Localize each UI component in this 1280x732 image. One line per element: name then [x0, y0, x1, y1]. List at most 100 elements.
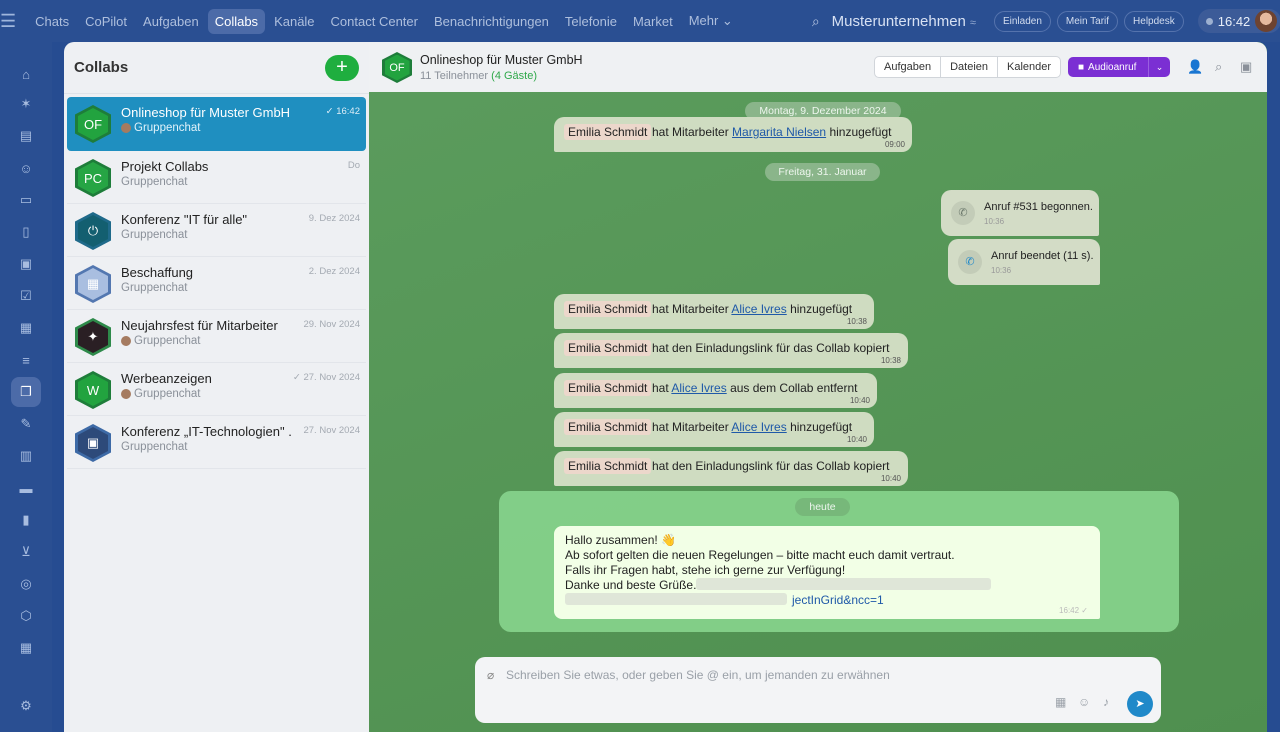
menu-market[interactable]: Market	[626, 9, 680, 34]
collab-name: Beschaffung	[121, 265, 194, 280]
contacts-icon[interactable]: ☺	[14, 156, 38, 180]
collab-item[interactable]: ⏻ Konferenz "IT für alle" Gruppenchat 9.…	[67, 204, 366, 257]
collab-date: 2. Dez 2024	[308, 266, 360, 277]
board-icon[interactable]: ▣	[14, 252, 38, 276]
msg-post: hinzugefügt	[829, 125, 892, 139]
helpdesk-button[interactable]: Helpdesk	[1124, 10, 1184, 32]
collab-item[interactable]: ▣ Konferenz „IT-Technologien" ... Gruppe…	[67, 416, 366, 469]
call-time: 10:36	[991, 266, 1012, 275]
drive-icon[interactable]: ▭	[14, 188, 38, 212]
message-composer[interactable]: ⌀ Schreiben Sie etwas, oder geben Sie @ …	[475, 657, 1161, 723]
emoji-icon[interactable]: ☺	[1078, 695, 1090, 709]
menu-icon[interactable]: ☰	[0, 0, 16, 42]
group-avatar-icon	[121, 389, 131, 399]
microphone-icon[interactable]: ♪	[1103, 695, 1109, 709]
feed-icon[interactable]: ▤	[14, 124, 38, 148]
announcement-message[interactable]: Hallo zusammen! 👋 Ab sofort gelten die n…	[554, 526, 1100, 619]
menu-mehr[interactable]: Mehr ⌄	[682, 8, 740, 34]
date-separator: Freitag, 31. Januar	[765, 163, 880, 181]
chat-avatar[interactable]: OF	[382, 52, 412, 83]
user-tag[interactable]: Emilia Schmidt	[564, 340, 652, 356]
user-tag[interactable]: Emilia Schmidt	[564, 380, 652, 396]
panel-toggle-icon[interactable]: ▣	[1240, 59, 1252, 75]
user-tag[interactable]: Emilia Schmidt	[564, 458, 652, 474]
members-count: 11 Teilnehmer	[420, 70, 489, 82]
card-icon[interactable]: ▬	[14, 476, 38, 500]
chat-title[interactable]: Onlineshop für Muster GmbH	[420, 53, 583, 67]
search-icon[interactable]: ⌕	[1215, 59, 1222, 75]
menu-chats[interactable]: Chats	[28, 9, 76, 34]
add-user-icon[interactable]: 👤	[1187, 59, 1203, 75]
user-avatar[interactable]	[1255, 10, 1278, 32]
menu-contact-center[interactable]: Contact Center	[324, 9, 425, 34]
tariff-button[interactable]: Mein Tarif	[1056, 10, 1119, 32]
tab-dateien[interactable]: Dateien	[941, 57, 999, 77]
sidebar-header: Collabs +	[64, 42, 369, 94]
user-tag[interactable]: Emilia Schmidt	[564, 419, 652, 435]
message-time: 10:38	[846, 317, 867, 326]
collab-date: Do	[347, 160, 360, 171]
tasks-icon[interactable]: ☑	[14, 284, 38, 308]
target-icon[interactable]: ◎	[14, 572, 38, 596]
chat-members[interactable]: 11 Teilnehmer (4 Gäste)	[420, 70, 537, 82]
system-message: Emilia Schmidt hat den Einladungslink fü…	[554, 333, 908, 368]
user-tag[interactable]: Emilia Schmidt	[564, 301, 652, 317]
message-input[interactable]: Schreiben Sie etwas, oder geben Sie @ ei…	[506, 668, 890, 682]
user-link[interactable]: Margarita Nielsen	[732, 125, 826, 139]
user-tag[interactable]: Emilia Schmidt	[564, 124, 652, 140]
tab-aufgaben[interactable]: Aufgaben	[875, 57, 942, 77]
phone-icon: ✆	[951, 201, 975, 225]
send-icon[interactable]: ➤	[1127, 691, 1153, 717]
add-collab-button[interactable]: +	[325, 54, 359, 81]
menu-copilot[interactable]: CoPilot	[78, 9, 134, 34]
message-time: 10:38	[880, 356, 901, 365]
menu-collabs[interactable]: Collabs	[207, 8, 266, 34]
message-line: Falls ihr Fragen habt, stehe ich gerne z…	[565, 563, 846, 577]
status-dot	[1205, 17, 1213, 25]
collab-item[interactable]: PC Projekt Collabs Gruppenchat Do	[67, 151, 366, 204]
attach-icon[interactable]: ⌀	[487, 668, 494, 682]
menu-kanaele[interactable]: Kanäle	[267, 9, 321, 34]
collab-date: 9. Dez 2024	[308, 213, 360, 224]
collabs-icon[interactable]: ❐	[11, 377, 41, 407]
cart-icon[interactable]: ⊻	[14, 540, 38, 564]
settings-icon[interactable]: ⚙	[14, 694, 38, 718]
grid-icon[interactable]: ▦	[1055, 695, 1066, 709]
spark-icon[interactable]: ✶	[14, 92, 38, 116]
collab-item[interactable]: ▦ Beschaffung Gruppenchat 2. Dez 2024	[67, 257, 366, 310]
search-icon[interactable]: ⌕	[812, 13, 820, 30]
documents-icon[interactable]: ▯	[14, 220, 38, 244]
collab-type: Gruppenchat	[134, 122, 201, 134]
calendar-icon[interactable]: ▦	[14, 316, 38, 340]
date-separator-today: heute	[795, 498, 850, 516]
collab-avatar: W	[75, 371, 111, 409]
redacted-text	[565, 593, 787, 605]
store-icon[interactable]: ▥	[14, 444, 38, 468]
user-link[interactable]: Alice Ivres	[731, 302, 786, 316]
menu-benachrichtigungen[interactable]: Benachrichtigungen	[427, 9, 556, 34]
collab-list: OF Onlineshop für Muster GmbH Gruppencha…	[64, 94, 369, 472]
collab-item[interactable]: W Werbeanzeigen Gruppenchat ✓ 27. Nov 20…	[67, 363, 366, 416]
user-link[interactable]: Alice Ivres	[731, 420, 786, 434]
menu-aufgaben[interactable]: Aufgaben	[136, 9, 206, 34]
message-link[interactable]: jectInGrid&ncc=1	[792, 593, 884, 607]
user-link[interactable]: Alice Ivres	[671, 381, 726, 395]
analytics-icon[interactable]: ▮	[14, 508, 38, 532]
audio-call-button[interactable]: ■ Audioanruf ⌄	[1068, 57, 1170, 77]
box-icon[interactable]: ⬡	[14, 604, 38, 628]
invite-button[interactable]: Einladen	[993, 10, 1051, 32]
company-name[interactable]: Musterunternehmen ≈	[832, 13, 976, 30]
menu-telefonie[interactable]: Telefonie	[558, 9, 624, 34]
collab-type: Gruppenchat	[134, 388, 201, 400]
message-text: hat Mitarbeiter Alice Ivres hinzugefügt	[652, 420, 852, 434]
home-icon[interactable]: ⌂	[14, 62, 38, 86]
sign-icon[interactable]: ✎	[14, 412, 38, 436]
collab-item[interactable]: OF Onlineshop für Muster GmbH Gruppencha…	[67, 97, 366, 151]
funnel-icon[interactable]: ≡	[14, 348, 38, 372]
tab-kalender[interactable]: Kalender	[998, 57, 1060, 77]
chevron-down-icon[interactable]: ⌄	[1148, 57, 1170, 77]
schedule-icon[interactable]: ▦	[14, 636, 38, 660]
system-message: Emilia Schmidt hat Alice Ivres aus dem C…	[554, 373, 877, 408]
collab-item[interactable]: ✦ Neujahrsfest für Mitarbeiter Gruppench…	[67, 310, 366, 363]
clock-widget[interactable]: 16:42	[1197, 9, 1280, 33]
